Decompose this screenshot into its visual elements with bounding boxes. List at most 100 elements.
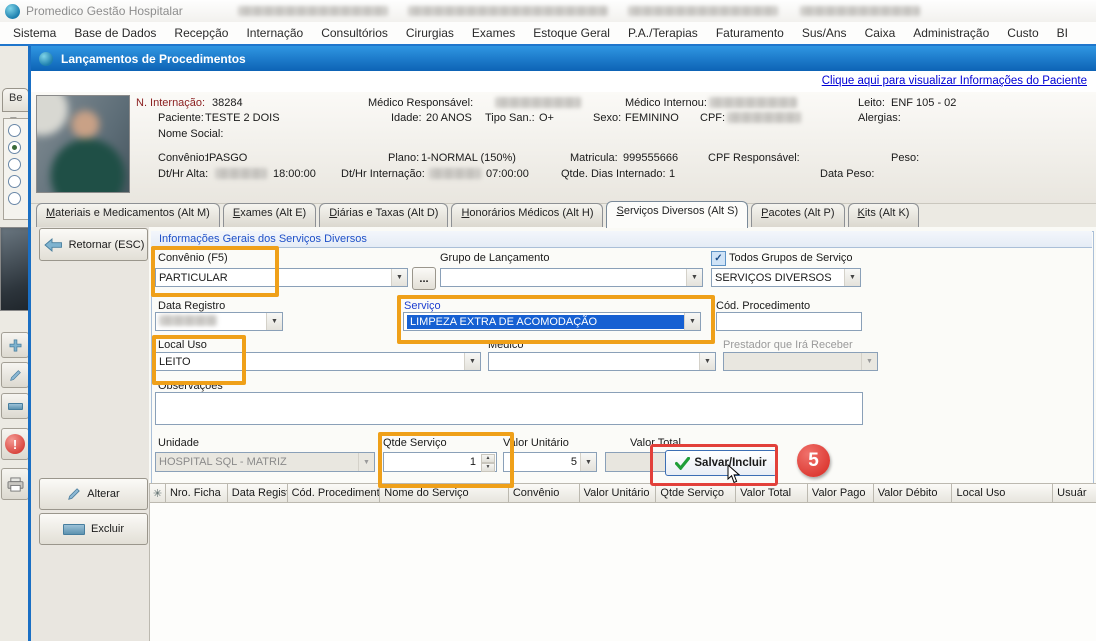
convenio-combo[interactable]: PARTICULAR ▼ xyxy=(155,268,408,287)
col-valor-unitario[interactable]: Valor Unitário xyxy=(580,483,657,503)
tab-servicos-diversos[interactable]: Serviços Diversos (Alt S) xyxy=(606,201,748,228)
tab-diarias-taxas[interactable]: Diárias e Taxas (Alt D) xyxy=(319,203,448,227)
menu-cirurgias[interactable]: Cirurgias xyxy=(397,23,463,43)
menu-custo[interactable]: Custo xyxy=(998,23,1047,43)
menu-sistema[interactable]: Sistema xyxy=(4,23,65,43)
grid-body[interactable] xyxy=(149,503,1096,641)
qtde-servico-stepper[interactable]: 1 ▲▼ xyxy=(383,452,497,472)
tab-pacotes[interactable]: Pacotes (Alt P) xyxy=(751,203,844,227)
background-tab[interactable]: Be xyxy=(2,88,29,112)
browse-button[interactable]: ... xyxy=(412,267,436,290)
redacted-medico-internou xyxy=(709,97,797,108)
grupo-lancamento-label: Grupo de Lançamento xyxy=(440,252,549,264)
redacted-medico-resp xyxy=(495,97,581,108)
tab-materiais-medicamentos[interactable]: Materiais e Medicamentos (Alt M) xyxy=(36,203,220,227)
leito-label: Leito: xyxy=(858,97,885,109)
browse-label: ... xyxy=(419,273,428,285)
print-button[interactable] xyxy=(1,468,29,500)
stepper-arrows[interactable]: ▲▼ xyxy=(481,454,495,470)
grupo-lancamento-combo[interactable]: ▼ xyxy=(440,268,703,287)
stepper-down-icon[interactable]: ▼ xyxy=(481,463,495,472)
stepper-up-icon[interactable]: ▲ xyxy=(481,454,495,463)
tab-honorarios-medicos[interactable]: Honorários Médicos (Alt H) xyxy=(451,203,603,227)
menu-faturamento[interactable]: Faturamento xyxy=(707,23,793,43)
col-convenio[interactable]: Convênio xyxy=(509,483,580,503)
menu-consultorios[interactable]: Consultórios xyxy=(312,23,397,43)
tipo-san-label: Tipo San.: xyxy=(485,112,535,124)
radio-option-selected[interactable] xyxy=(8,141,21,154)
window-title: Lançamentos de Procedimentos xyxy=(61,52,246,66)
col-qtde-servico[interactable]: Qtde Serviço xyxy=(656,483,736,503)
data-peso-label: Data Peso: xyxy=(820,168,874,180)
chevron-down-icon[interactable]: ▼ xyxy=(684,313,700,330)
menu-exames[interactable]: Exames xyxy=(463,23,524,43)
col-valor-debito[interactable]: Valor Débito xyxy=(874,483,953,503)
tab-exames[interactable]: Exames (Alt E) xyxy=(223,203,316,227)
col-valor-total[interactable]: Valor Total xyxy=(736,483,808,503)
step-5-badge: 5 xyxy=(797,444,830,477)
menu-recepcao[interactable]: Recepção xyxy=(165,23,237,43)
chevron-down-icon[interactable]: ▼ xyxy=(699,353,715,370)
matricula-value: 999555666 xyxy=(623,152,678,164)
tab-kits[interactable]: Kits (Alt K) xyxy=(848,203,920,227)
cpf-label: CPF: xyxy=(700,112,725,124)
alert-button[interactable]: ! xyxy=(1,428,29,460)
leito-value: ENF 105 - 02 xyxy=(891,97,956,109)
chevron-down-icon[interactable]: ▼ xyxy=(686,269,702,286)
chevron-down-icon[interactable]: ▼ xyxy=(464,353,480,370)
convenio-hdr-label: Convênio: xyxy=(158,152,208,164)
redacted-data-internacao xyxy=(429,168,481,179)
chevron-down-icon[interactable]: ▼ xyxy=(844,269,860,286)
col-cod-procediment[interactable]: Cód. Procediment xyxy=(288,483,381,503)
grupo-servico-value: SERVIÇOS DIVERSOS xyxy=(715,272,832,284)
col-valor-pago[interactable]: Valor Pago xyxy=(808,483,874,503)
patient-info-link[interactable]: Clique aqui para visualizar Informações … xyxy=(822,75,1087,87)
menu-caixa[interactable]: Caixa xyxy=(856,23,905,43)
valor-unitario-combo[interactable]: 5 ▼ xyxy=(503,452,597,472)
nome-social-label: Nome Social: xyxy=(158,128,223,140)
dthr-int-label: Dt/Hr Internação: xyxy=(341,168,425,180)
window-titlebar[interactable]: Lançamentos de Procedimentos xyxy=(31,46,1096,71)
radio-option[interactable] xyxy=(8,124,21,137)
convenio-f5-label: Convênio (F5) xyxy=(158,252,228,264)
observacoes-textarea[interactable] xyxy=(155,392,863,425)
background-photo xyxy=(0,227,29,311)
menu-pa-terapias[interactable]: P.A./Terapias xyxy=(619,23,707,43)
grid-selector-cell[interactable]: ✳ xyxy=(149,483,166,503)
dthr-int-hora: 07:00:00 xyxy=(486,168,529,180)
sexo-label: Sexo: xyxy=(593,112,621,124)
menu-bi[interactable]: BI xyxy=(1048,23,1077,43)
retornar-button[interactable]: Retornar (ESC) xyxy=(39,228,148,261)
radio-option[interactable] xyxy=(8,175,21,188)
radio-option[interactable] xyxy=(8,192,21,205)
col-nome-servico[interactable]: Nome do Serviço xyxy=(380,483,509,503)
col-nro-ficha[interactable]: Nro. Ficha xyxy=(166,483,228,503)
menu-sus-ans[interactable]: Sus/Ans xyxy=(793,23,856,43)
chevron-down-icon: ▼ xyxy=(861,353,877,370)
menu-base-de-dados[interactable]: Base de Dados xyxy=(65,23,165,43)
qtde-dias-label: Qtde. Dias Internado: xyxy=(561,168,666,180)
grupo-servico-combo[interactable]: SERVIÇOS DIVERSOS ▼ xyxy=(711,268,861,287)
tab-label: Pacotes (Alt P) xyxy=(761,207,834,219)
radio-option[interactable] xyxy=(8,158,21,171)
todos-grupos-checkbox[interactable]: ✓ xyxy=(711,251,726,266)
col-usuario[interactable]: Usuár xyxy=(1053,483,1096,503)
chevron-down-icon[interactable]: ▼ xyxy=(391,269,407,286)
remove-button[interactable] xyxy=(1,393,29,419)
alterar-button[interactable]: Alterar xyxy=(39,478,148,510)
chevron-down-icon[interactable]: ▼ xyxy=(580,453,596,471)
col-data-regist[interactable]: Data Regist xyxy=(228,483,288,503)
salvar-incluir-button[interactable]: Salvar/Incluir xyxy=(665,450,777,476)
local-uso-combo[interactable]: LEITO ▼ xyxy=(155,352,481,371)
menu-internacao[interactable]: Internação xyxy=(237,23,312,43)
cod-procedimento-input[interactable] xyxy=(716,312,862,331)
medico-combo[interactable]: ▼ xyxy=(488,352,716,371)
col-local-uso[interactable]: Local Uso xyxy=(952,483,1053,503)
menu-administracao[interactable]: Administração xyxy=(904,23,998,43)
menu-estoque-geral[interactable]: Estoque Geral xyxy=(524,23,619,43)
chevron-down-icon[interactable]: ▼ xyxy=(266,313,282,330)
edit-button[interactable] xyxy=(1,362,29,388)
servico-combo[interactable]: LIMPEZA EXTRA DE ACOMODAÇÃO ▼ xyxy=(403,312,701,331)
add-button[interactable] xyxy=(1,332,29,358)
excluir-button[interactable]: Excluir xyxy=(39,513,148,545)
